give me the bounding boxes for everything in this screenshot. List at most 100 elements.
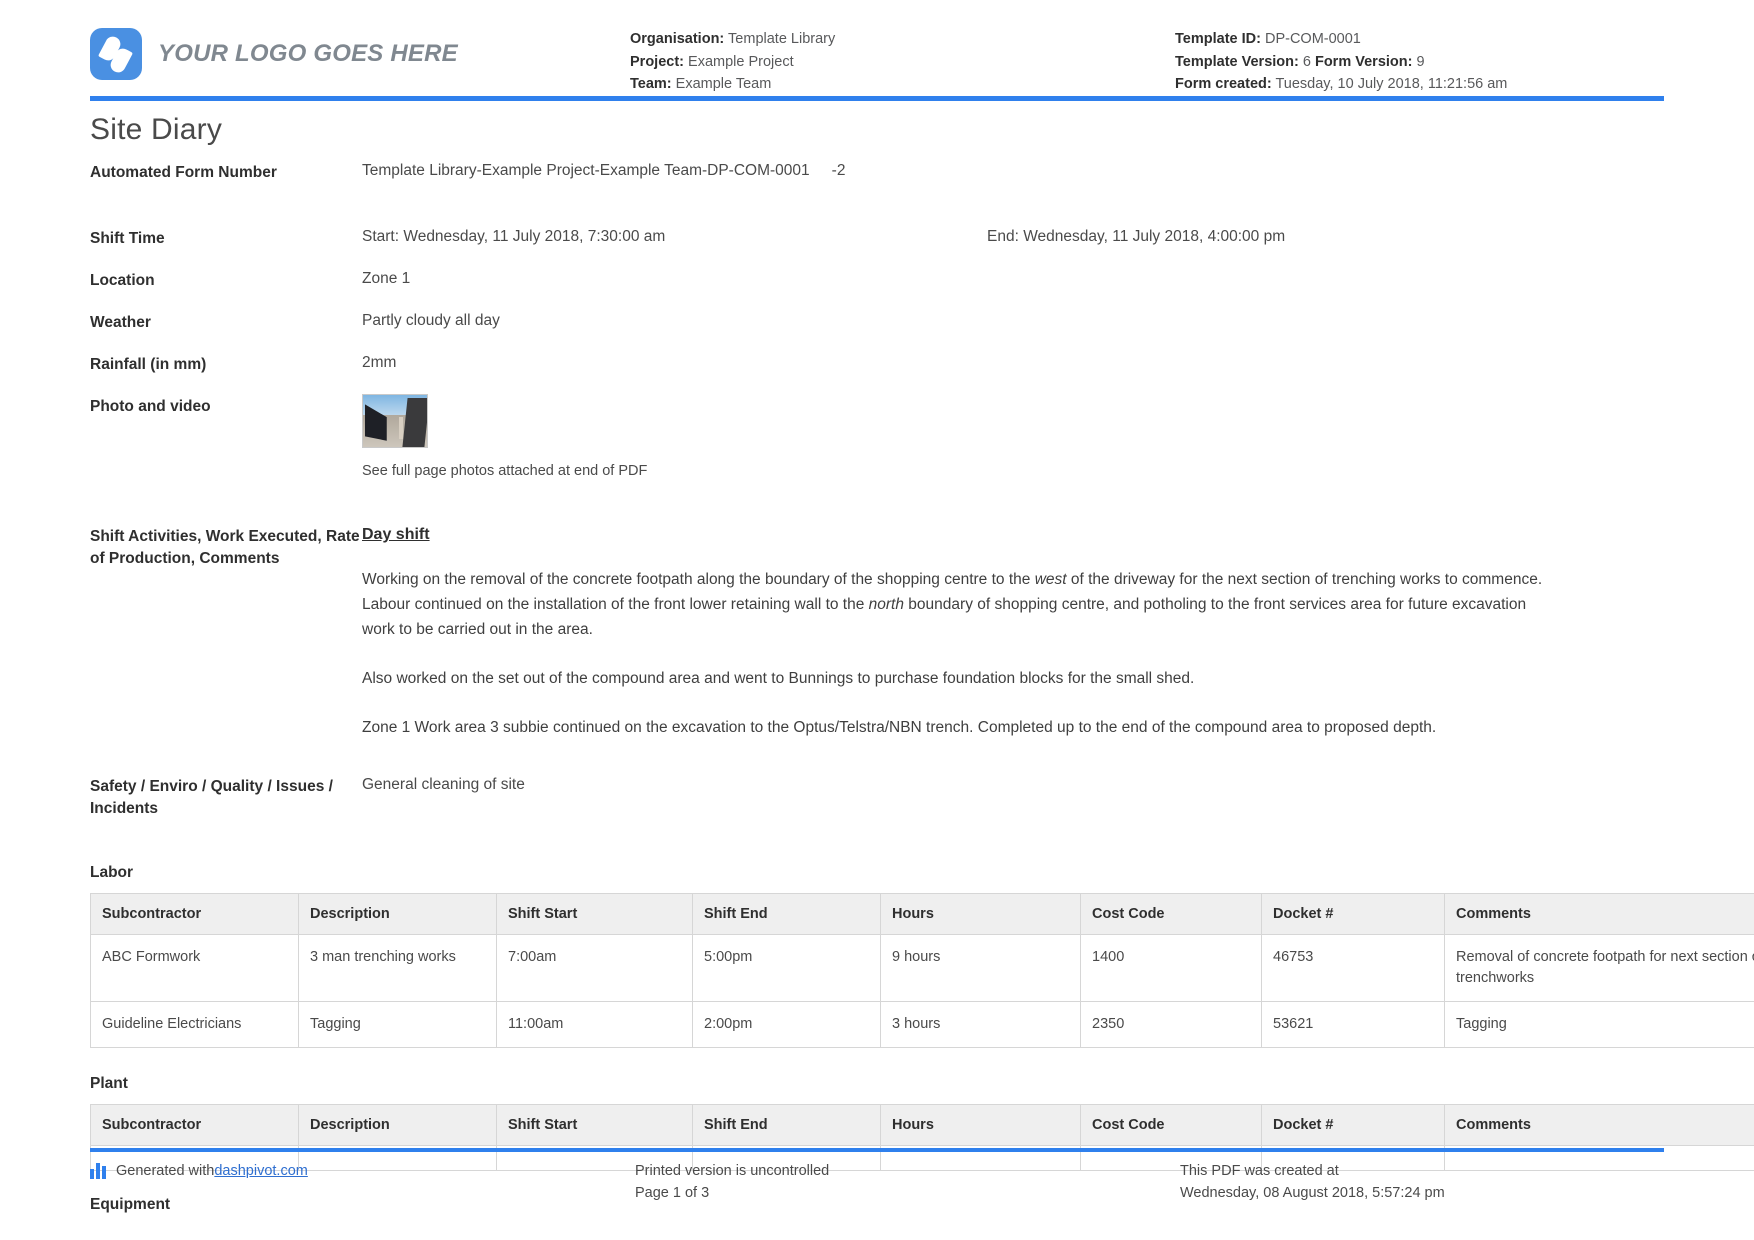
column-cost-code: Cost Code xyxy=(1080,1104,1262,1146)
form-created-value: Tuesday, 10 July 2018, 11:21:56 am xyxy=(1275,76,1508,92)
column-hours: Hours xyxy=(880,893,1081,935)
column-shift-start: Shift Start xyxy=(496,1104,693,1146)
footer-print-status: Printed version is uncontrolled Page 1 o… xyxy=(635,1160,1180,1204)
form-created-label: Form created: xyxy=(1175,76,1272,92)
column-description: Description xyxy=(298,893,497,935)
cell-shift-end: 2:00pm xyxy=(692,1001,881,1048)
table-row: Guideline Electricians Tagging 11:00am 2… xyxy=(90,1001,1754,1048)
header-org-meta: Organisation: Template Library Project: … xyxy=(630,18,1175,96)
field-photo-and-video: Photo and video See full page photos att… xyxy=(90,394,1664,482)
page-number: Page 1 of 3 xyxy=(635,1185,710,1201)
column-docket: Docket # xyxy=(1261,893,1445,935)
organisation-value: Template Library xyxy=(728,31,836,47)
cell-comments: Tagging xyxy=(1444,1001,1754,1048)
cell-docket: 53621 xyxy=(1261,1001,1445,1048)
document-header: YOUR LOGO GOES HERE Organisation: Templa… xyxy=(90,18,1664,92)
document-footer: Generated with dashpivot.com Printed ver… xyxy=(90,1160,1664,1204)
day-shift-heading: Day shift xyxy=(362,526,430,543)
emphasis-west: west xyxy=(1034,571,1067,588)
company-logo-icon xyxy=(90,28,142,80)
template-version-label: Template Version: xyxy=(1175,53,1299,70)
column-shift-end: Shift End xyxy=(692,893,881,935)
field-label: Shift Activities, Work Executed, Rate of… xyxy=(90,528,360,567)
automated-form-number-suffix: -2 xyxy=(831,162,846,179)
photo-thumbnail[interactable] xyxy=(362,394,428,448)
page-title: Site Diary xyxy=(90,113,223,146)
field-value: Partly cloudy all day xyxy=(362,312,500,329)
field-value: General cleaning of site xyxy=(362,776,525,793)
field-label: Safety / Enviro / Quality / Issues / Inc… xyxy=(90,778,333,817)
version-row: Template Version: 6 Form Version: 9 xyxy=(1175,51,1664,74)
generated-prefix: Generated with xyxy=(116,1163,215,1179)
column-comments: Comments xyxy=(1444,893,1754,935)
header-divider xyxy=(90,96,1664,101)
field-value: Start: Wednesday, 11 July 2018, 7:30:00 … xyxy=(362,226,1664,248)
cell-description: Tagging xyxy=(298,1001,497,1048)
shift-time-end: End: Wednesday, 11 July 2018, 4:00:00 pm xyxy=(987,228,1286,245)
cell-subcontractor: Guideline Electricians xyxy=(90,1001,299,1048)
activities-paragraph-3: Zone 1 Work area 3 subbie continued on t… xyxy=(362,719,1437,736)
field-shift-activities: Shift Activities, Work Executed, Rate of… xyxy=(90,524,1664,764)
field-automated-form-number: Automated Form Number Template Library-E… xyxy=(90,160,1664,184)
logo-block: YOUR LOGO GOES HERE xyxy=(90,18,630,80)
logo-placeholder-text: YOUR LOGO GOES HERE xyxy=(158,40,458,67)
column-docket: Docket # xyxy=(1261,1104,1445,1146)
form-created-row: Form created: Tuesday, 10 July 2018, 11:… xyxy=(1175,73,1664,96)
emphasis-north: north xyxy=(868,596,904,613)
field-value: Template Library-Example Project-Example… xyxy=(362,160,1664,182)
cell-cost-code: 2350 xyxy=(1080,1001,1262,1048)
template-id-row: Template ID: DP-COM-0001 xyxy=(1175,28,1664,51)
activities-paragraph-2: Also worked on the set out of the compou… xyxy=(362,670,1195,687)
template-id-value: DP-COM-0001 xyxy=(1264,31,1361,47)
created-at-value: Wednesday, 08 August 2018, 5:57:24 pm xyxy=(1180,1185,1445,1201)
created-at-label: This PDF was created at xyxy=(1180,1163,1339,1179)
field-label: Photo and video xyxy=(90,398,211,415)
team-value: Example Team xyxy=(675,76,772,92)
column-shift-start: Shift Start xyxy=(496,893,693,935)
template-id-label: Template ID: xyxy=(1175,31,1261,47)
column-comments: Comments xyxy=(1444,1104,1754,1146)
project-label: Project: xyxy=(630,53,684,70)
shift-time-start: Start: Wednesday, 11 July 2018, 7:30:00 … xyxy=(362,228,666,245)
column-description: Description xyxy=(298,1104,497,1146)
column-subcontractor: Subcontractor xyxy=(90,1104,299,1146)
project-value: Example Project xyxy=(688,53,794,70)
photo-caption: See full page photos attached at end of … xyxy=(362,463,648,479)
cell-shift-start: 7:00am xyxy=(496,934,693,1002)
field-weather: Weather Partly cloudy all day xyxy=(90,310,1664,334)
cell-shift-end: 5:00pm xyxy=(692,934,881,1002)
form-fields: Automated Form Number Template Library-E… xyxy=(90,160,1754,1225)
footer-divider xyxy=(90,1148,1664,1152)
cell-hours: 9 hours xyxy=(880,934,1081,1002)
column-hours: Hours xyxy=(880,1104,1081,1146)
project-row: Project: Example Project xyxy=(630,51,1175,74)
table-row: ABC Formwork 3 man trenching works 7:00a… xyxy=(90,934,1754,1002)
field-value: See full page photos attached at end of … xyxy=(362,394,1664,482)
table-header-row: Subcontractor Description Shift Start Sh… xyxy=(90,1104,1754,1146)
plant-section-title: Plant xyxy=(90,1075,128,1092)
labor-table: Subcontractor Description Shift Start Sh… xyxy=(90,893,1754,1048)
cell-hours: 3 hours xyxy=(880,1001,1081,1048)
dashpivot-link[interactable]: dashpivot.com xyxy=(214,1160,308,1182)
field-shift-time: Shift Time Start: Wednesday, 11 July 201… xyxy=(90,226,1664,250)
organisation-row: Organisation: Template Library xyxy=(630,28,1175,51)
column-subcontractor: Subcontractor xyxy=(90,893,299,935)
table-header-row: Subcontractor Description Shift Start Sh… xyxy=(90,893,1754,935)
column-cost-code: Cost Code xyxy=(1080,893,1262,935)
field-safety-enviro-quality: Safety / Enviro / Quality / Issues / Inc… xyxy=(90,774,1664,820)
column-shift-end: Shift End xyxy=(692,1104,881,1146)
automated-form-number-value: Template Library-Example Project-Example… xyxy=(362,162,810,179)
cell-description: 3 man trenching works xyxy=(298,934,497,1002)
field-rainfall: Rainfall (in mm) 2mm xyxy=(90,352,1664,376)
organisation-label: Organisation: xyxy=(630,31,725,47)
field-value: Zone 1 xyxy=(362,270,411,287)
cell-cost-code: 1400 xyxy=(1080,934,1262,1002)
uncontrolled-notice: Printed version is uncontrolled xyxy=(635,1163,830,1179)
field-label: Shift Time xyxy=(90,230,165,247)
document-page: YOUR LOGO GOES HERE Organisation: Templa… xyxy=(0,0,1754,1240)
cell-shift-start: 11:00am xyxy=(496,1001,693,1048)
activities-paragraph-1: Working on the removal of the concrete f… xyxy=(362,571,1543,638)
field-label: Weather xyxy=(90,314,151,331)
dashpivot-logo-icon xyxy=(90,1163,107,1179)
footer-created-at: This PDF was created at Wednesday, 08 Au… xyxy=(1180,1160,1664,1204)
